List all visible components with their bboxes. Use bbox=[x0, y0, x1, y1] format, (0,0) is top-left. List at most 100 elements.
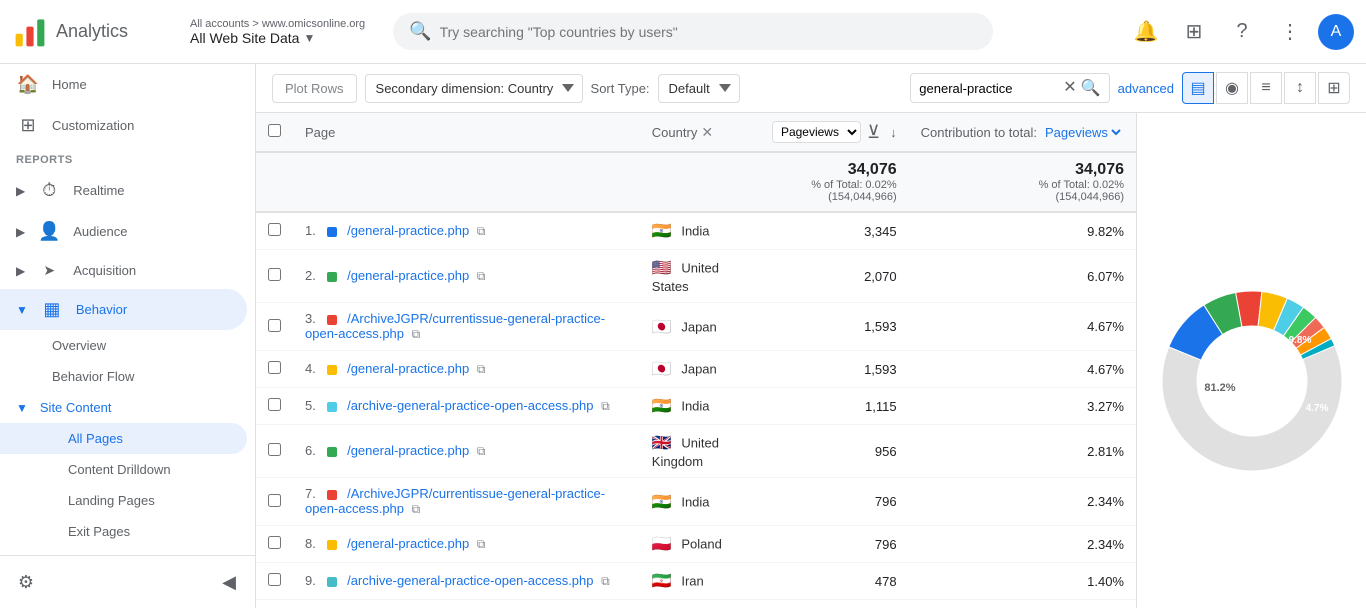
row-checkbox-1[interactable] bbox=[268, 268, 281, 281]
pie-label-47pct-svg: 4.7% bbox=[1305, 403, 1328, 414]
pie-view-button[interactable]: ◉ bbox=[1216, 72, 1248, 104]
table-row: 5. /archive-general-practice-open-access… bbox=[256, 388, 1136, 425]
row-country-cell: 🇯🇵 Japan bbox=[640, 303, 760, 351]
account-info[interactable]: All accounts > www.omicsonline.org All W… bbox=[190, 18, 365, 46]
row-number: 7. bbox=[305, 486, 316, 501]
sidebar-item-exit-pages[interactable]: Exit Pages bbox=[0, 516, 247, 547]
sidebar-item-site-content[interactable]: ▼ Site Content bbox=[0, 392, 255, 423]
row-checkbox-6[interactable] bbox=[268, 494, 281, 507]
row-contribution-cell: 1.40% bbox=[909, 563, 1136, 600]
data-table: Page Country ✕ bbox=[256, 113, 1136, 608]
pageviews-metric-select[interactable]: Pageviews bbox=[772, 121, 861, 143]
copy-icon[interactable]: ⧉ bbox=[601, 399, 610, 413]
help-button[interactable]: ? bbox=[1222, 12, 1262, 52]
select-all-checkbox[interactable] bbox=[268, 124, 281, 137]
row-pageviews-cell: 796 bbox=[760, 526, 909, 563]
page-link[interactable]: /general-practice.php bbox=[347, 443, 469, 458]
row-checkbox-2[interactable] bbox=[268, 319, 281, 332]
copy-icon[interactable]: ⧉ bbox=[477, 444, 486, 458]
row-country-cell: 🇮🇳 India bbox=[640, 600, 760, 608]
sidebar-item-content-drilldown[interactable]: Content Drilldown bbox=[0, 454, 247, 485]
row-country-cell: 🇬🇧 United Kingdom bbox=[640, 425, 760, 478]
row-checkbox-cell bbox=[256, 563, 293, 600]
remove-country-filter-icon[interactable]: ✕ bbox=[701, 124, 713, 141]
copy-icon[interactable]: ⧉ bbox=[412, 327, 421, 341]
sidebar-item-all-pages[interactable]: All Pages bbox=[0, 423, 247, 454]
sidebar-item-acquisition[interactable]: ▶ ➤ Acquisition bbox=[0, 252, 247, 289]
row-checkbox-5[interactable] bbox=[268, 443, 281, 456]
row-pageviews-cell: 478 bbox=[760, 563, 909, 600]
page-link[interactable]: /archive-general-practice-open-access.ph… bbox=[347, 398, 593, 413]
table-view-button[interactable]: ▤ bbox=[1182, 72, 1214, 104]
copy-icon[interactable]: ⧉ bbox=[477, 537, 486, 551]
bar-view-button[interactable]: ≡ bbox=[1250, 72, 1282, 104]
row-checkbox-8[interactable] bbox=[268, 573, 281, 586]
search-filter-input[interactable] bbox=[919, 81, 1059, 96]
row-number: 9. bbox=[305, 573, 316, 588]
apps-grid-button[interactable]: ⊞ bbox=[1174, 12, 1214, 52]
contribution-metric-select[interactable]: Pageviews bbox=[1041, 124, 1124, 141]
copy-icon[interactable]: ⧉ bbox=[601, 574, 610, 588]
row-contribution-cell: 2.34% bbox=[909, 478, 1136, 526]
sidebar-item-home[interactable]: 🏠 Home bbox=[0, 64, 247, 105]
sidebar-item-customization[interactable]: ⊞ Customization bbox=[0, 105, 247, 146]
row-color-dot bbox=[327, 227, 337, 237]
secondary-dimension-select[interactable]: Secondary dimension: Country bbox=[365, 74, 583, 103]
global-search-input[interactable] bbox=[440, 24, 978, 40]
search-filter[interactable]: ✕ 🔍 bbox=[910, 73, 1109, 103]
pageviews-sort-icon[interactable]: ⊻ bbox=[867, 122, 880, 143]
settings-button[interactable]: ⚙ bbox=[8, 564, 44, 600]
sidebar-audience-label: Audience bbox=[73, 224, 127, 239]
row-number: 6. bbox=[305, 443, 316, 458]
app-title: Analytics bbox=[56, 21, 128, 42]
account-name[interactable]: All Web Site Data ▼ bbox=[190, 30, 365, 46]
row-checkbox-cell bbox=[256, 250, 293, 303]
copy-icon[interactable]: ⧉ bbox=[477, 224, 486, 238]
country-flag-icon: 🇯🇵 bbox=[652, 361, 672, 378]
sidebar-item-behavior[interactable]: ▼ ▦ Behavior bbox=[0, 289, 247, 330]
row-checkbox-0[interactable] bbox=[268, 223, 281, 236]
page-link[interactable]: /ArchiveJGPR/currentissue-general-practi… bbox=[305, 311, 605, 341]
sidebar-acquisition-label: Acquisition bbox=[73, 263, 136, 278]
more-options-button[interactable]: ⋮ bbox=[1270, 12, 1310, 52]
row-checkbox-4[interactable] bbox=[268, 398, 281, 411]
user-avatar[interactable]: A bbox=[1318, 14, 1354, 50]
page-link[interactable]: /ArchiveJGPR/currentissue-general-practi… bbox=[305, 486, 605, 516]
pivot-view-button[interactable]: ⊞ bbox=[1318, 72, 1350, 104]
copy-icon[interactable]: ⧉ bbox=[412, 502, 421, 516]
search-filter-icon[interactable]: 🔍 bbox=[1081, 78, 1101, 98]
sidebar-item-realtime[interactable]: ▶ ⏱ Realtime bbox=[0, 170, 247, 211]
sidebar-item-audience[interactable]: ▶ 👤 Audience bbox=[0, 211, 247, 252]
sidebar-bottom: ⚙ ◀ bbox=[0, 555, 255, 608]
plot-rows-button[interactable]: Plot Rows bbox=[272, 74, 357, 103]
page-link[interactable]: /archive-general-practice-open-access.ph… bbox=[347, 573, 593, 588]
country-flag-icon: 🇵🇱 bbox=[652, 536, 672, 553]
row-page-cell: 6. /general-practice.php ⧉ bbox=[293, 425, 640, 478]
row-checkbox-7[interactable] bbox=[268, 536, 281, 549]
collapse-sidebar-button[interactable]: ◀ bbox=[211, 564, 247, 600]
row-page-cell: 1. /general-practice.php ⧉ bbox=[293, 212, 640, 250]
page-link[interactable]: /general-practice.php bbox=[347, 361, 469, 376]
page-link[interactable]: /general-practice.php bbox=[347, 268, 469, 283]
th-pageviews[interactable]: Pageviews ⊻ ↓ bbox=[760, 113, 909, 152]
sort-type-select[interactable]: Default bbox=[658, 74, 740, 103]
behavior-expand-icon: ▼ bbox=[16, 303, 28, 317]
page-link[interactable]: /general-practice.php bbox=[347, 223, 469, 238]
row-checkbox-cell bbox=[256, 212, 293, 250]
sidebar-item-overview[interactable]: Overview bbox=[0, 330, 247, 361]
sidebar-item-landing-pages[interactable]: Landing Pages bbox=[0, 485, 247, 516]
row-pageviews-cell: 3,345 bbox=[760, 212, 909, 250]
copy-icon[interactable]: ⧉ bbox=[477, 269, 486, 283]
sidebar-item-behavior-flow[interactable]: Behavior Flow bbox=[0, 361, 247, 392]
header-icons: 🔔 ⊞ ? ⋮ A bbox=[1126, 12, 1354, 52]
copy-icon[interactable]: ⧉ bbox=[477, 362, 486, 376]
page-link[interactable]: /general-practice.php bbox=[347, 536, 469, 551]
notifications-button[interactable]: 🔔 bbox=[1126, 12, 1166, 52]
comparison-view-button[interactable]: ↕ bbox=[1284, 72, 1316, 104]
clear-search-icon[interactable]: ✕ bbox=[1063, 80, 1076, 96]
row-pageviews-cell: 796 bbox=[760, 478, 909, 526]
advanced-link[interactable]: advanced bbox=[1118, 81, 1174, 96]
row-country-cell: 🇮🇳 India bbox=[640, 478, 760, 526]
row-checkbox-3[interactable] bbox=[268, 361, 281, 374]
global-search-bar[interactable]: 🔍 bbox=[393, 13, 993, 50]
